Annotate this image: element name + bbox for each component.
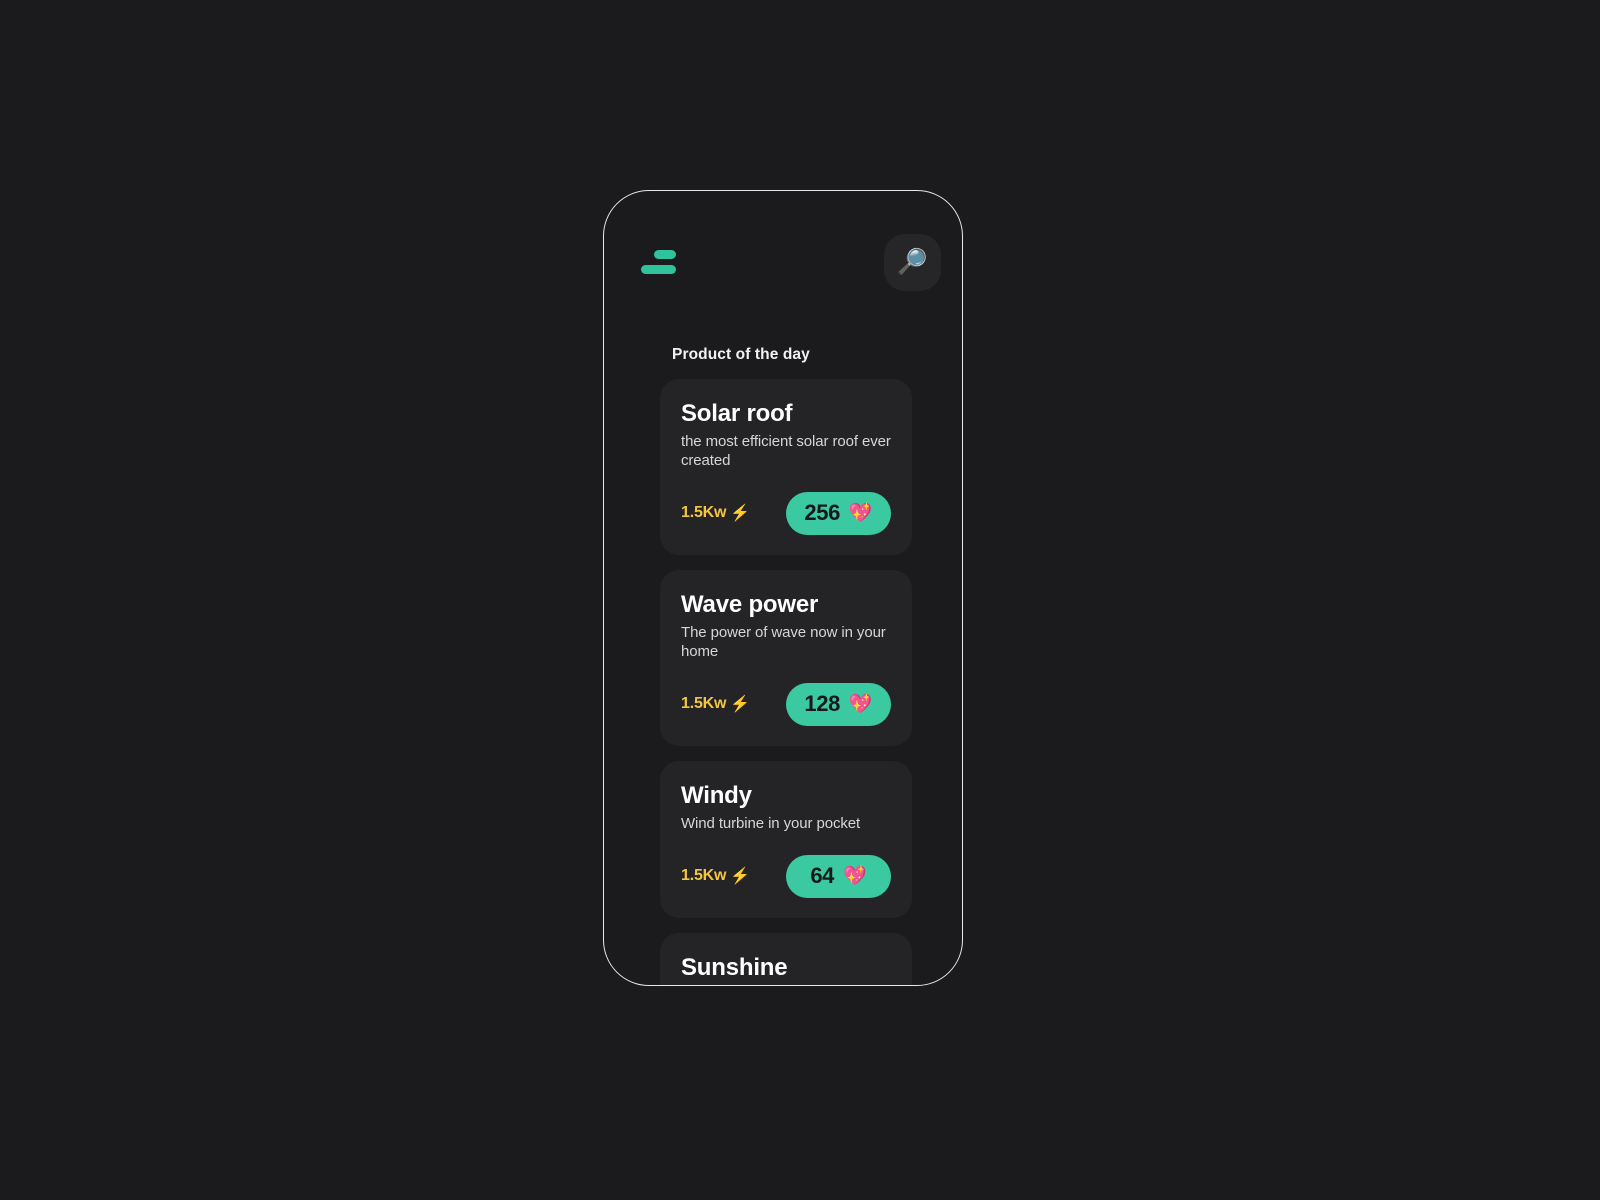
product-list: Solar roof the most efficient solar roof … xyxy=(660,379,912,985)
sparkling-heart-icon: 💖 xyxy=(848,502,873,524)
product-title: Windy xyxy=(681,781,752,809)
hamburger-menu-icon[interactable] xyxy=(638,247,676,277)
product-card-footer: 1.5Kw ⚡ 256 💖 xyxy=(681,491,891,535)
product-card[interactable]: Windy Wind turbine in your pocket 1.5Kw ⚡ 64… xyxy=(660,760,912,918)
power-value: 1.5Kw xyxy=(681,695,727,713)
search-icon: 🔎 xyxy=(896,247,929,276)
product-description: The power of wave now in your home xyxy=(681,624,886,661)
power-rating: 1.5Kw ⚡ xyxy=(681,866,750,886)
menu-bar-top xyxy=(654,250,676,259)
like-button[interactable]: 256 💖 xyxy=(786,491,891,535)
product-card[interactable]: Wave power The power of wave now in your … xyxy=(660,569,912,746)
product-card[interactable]: Solar roof the most efficient solar roof … xyxy=(660,379,912,555)
phone-frame: 🔎 Product of the day Solar roof the most … xyxy=(603,190,963,986)
lightning-bolt-icon: ⚡ xyxy=(730,696,750,714)
product-title: Wave power xyxy=(681,590,819,618)
product-description: Wind turbine in your pocket xyxy=(681,815,861,833)
power-value: 1.5Kw xyxy=(681,504,727,522)
power-value: 1.5Kw xyxy=(681,867,727,885)
product-description: the most efficient solar roof ever creat… xyxy=(681,433,891,470)
product-title: Sunshine xyxy=(681,953,788,981)
power-rating: 1.5Kw ⚡ xyxy=(681,694,750,714)
lightning-bolt-icon: ⚡ xyxy=(730,505,750,523)
lightning-bolt-icon: ⚡ xyxy=(730,868,750,886)
like-count: 256 xyxy=(804,500,840,526)
menu-bar-bottom xyxy=(641,265,676,274)
product-card[interactable]: Sunshine1.5Kw⚡32💖 xyxy=(660,932,912,985)
like-button[interactable]: 64 💖 xyxy=(786,854,891,898)
product-card-footer: 1.5Kw ⚡ 64 💖 xyxy=(681,854,891,898)
power-rating: 1.5Kw ⚡ xyxy=(681,503,750,523)
product-title: Solar roof xyxy=(681,400,793,427)
like-count: 128 xyxy=(804,691,840,717)
like-count: 64 xyxy=(810,863,834,889)
page-title: Product of the day xyxy=(672,346,810,363)
phone-screen: 🔎 Product of the day Solar roof the most … xyxy=(604,191,962,985)
sparkling-heart-icon: 💖 xyxy=(843,865,867,887)
like-button[interactable]: 128 💖 xyxy=(786,682,891,726)
app-header: 🔎 xyxy=(604,231,962,293)
product-card-footer: 1.5Kw ⚡ 128 💖 xyxy=(681,682,891,726)
sparkling-heart-icon: 💖 xyxy=(848,693,873,715)
search-button[interactable]: 🔎 xyxy=(884,233,941,291)
